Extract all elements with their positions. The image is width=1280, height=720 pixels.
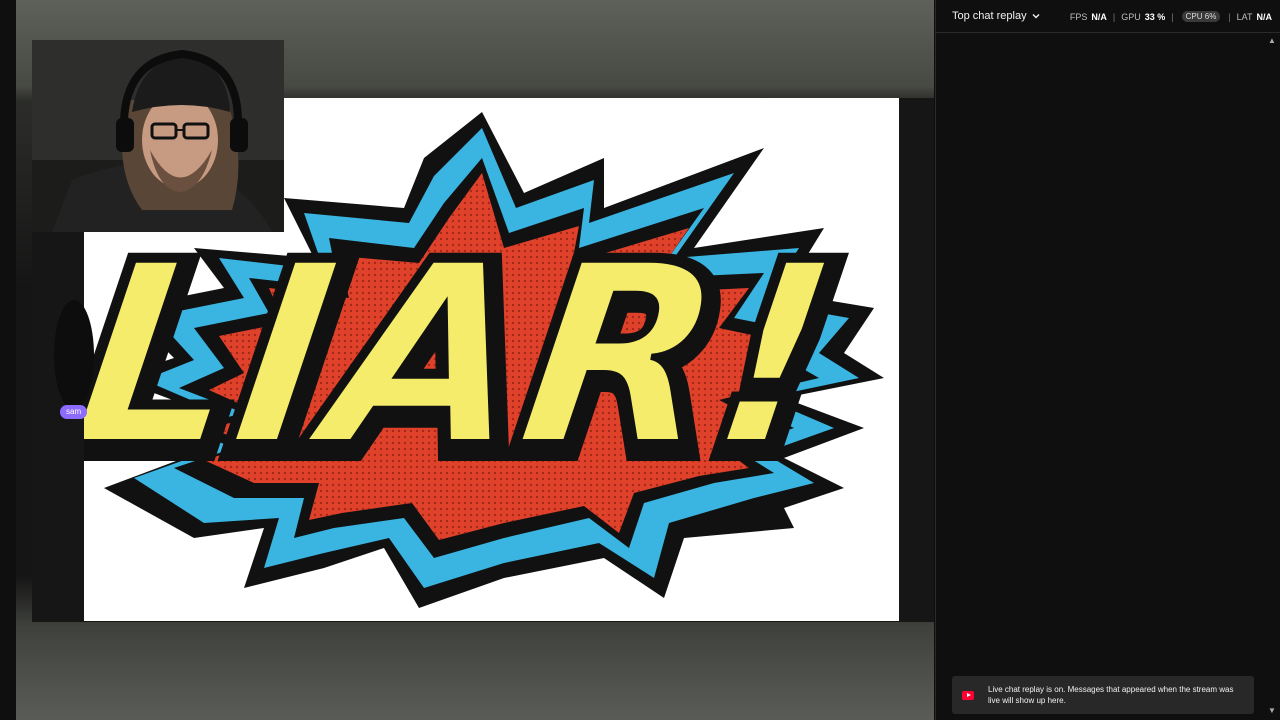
perf-divider: | <box>1171 11 1174 22</box>
replay-notice-text: Live chat replay is on. Messages that ap… <box>988 685 1234 705</box>
performance-overlay: FPS N/A | GPU 33 % | CPU 6% | LAT N/A <box>1070 0 1272 33</box>
streamer-avatar <box>32 40 284 232</box>
perf-divider: | <box>1112 11 1116 22</box>
scroll-down-arrow-icon[interactable]: ▼ <box>1268 706 1276 715</box>
chat-mode-label: Top chat replay <box>952 10 1027 22</box>
live-chat-panel: Top chat replay FPS N/A | GPU 33 % | CPU… <box>935 0 1280 720</box>
lat-label: LAT <box>1236 11 1253 22</box>
perf-divider: | <box>1228 11 1231 22</box>
overlay-name-badge: sam <box>60 405 88 419</box>
video-player[interactable]: LIAR! LIAR! sam <box>16 0 934 720</box>
lat-value: N/A <box>1256 11 1273 22</box>
background-figure-shadow <box>54 300 94 410</box>
gpu-value: 33 % <box>1144 11 1166 22</box>
streamer-webcam <box>32 40 284 232</box>
cpu-pill: CPU 6% <box>1181 11 1221 22</box>
gpu-label: GPU <box>1121 11 1141 22</box>
chat-header: Top chat replay FPS N/A | GPU 33 % | CPU… <box>936 0 1280 33</box>
graphic-text: LIAR! <box>84 211 852 502</box>
chevron-down-icon <box>1032 14 1040 19</box>
youtube-icon <box>962 690 974 700</box>
scroll-up-arrow-icon[interactable]: ▲ <box>1268 36 1276 45</box>
fps-value: N/A <box>1091 11 1107 22</box>
chat-mode-dropdown[interactable]: Top chat replay <box>952 10 1041 22</box>
fps-label: FPS <box>1069 11 1088 22</box>
chat-replay-notice: Live chat replay is on. Messages that ap… <box>952 676 1254 714</box>
